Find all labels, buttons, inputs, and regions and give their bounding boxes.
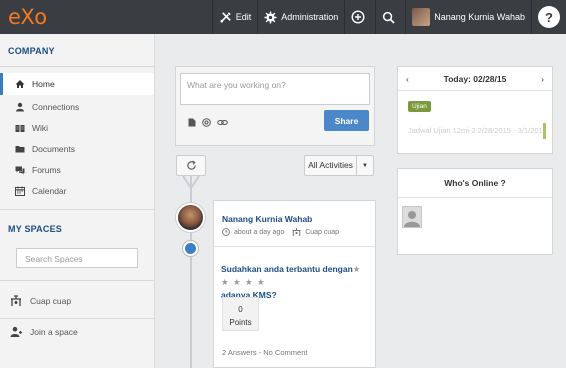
sidebar-item-connections[interactable]: Connections [0, 96, 154, 117]
help-button[interactable]: ? [531, 0, 566, 34]
sidebar-item-label: Home [32, 79, 55, 89]
refresh-button[interactable] [176, 155, 206, 176]
sidebar-item-label: Calendar [32, 185, 67, 196]
link-icon[interactable] [217, 118, 228, 127]
join-space-label: Join a space [30, 327, 78, 337]
activity-composer: What are you working on? Share [175, 66, 375, 146]
plus-circle-icon [351, 10, 365, 24]
answers-summary[interactable]: 2 Answers - No Comment [222, 348, 307, 357]
sidebar-item-home[interactable]: Home [0, 73, 154, 95]
forum-icon [14, 165, 26, 175]
whos-online-gadget: Who's Online ? [397, 168, 553, 255]
search-icon [383, 11, 395, 24]
question-text-line1: Sudahkan anda terbantu dengan [221, 264, 353, 274]
top-navigation-bar: eXo Edit Administration Nanang Kurnia Wa… [0, 0, 566, 34]
activity-author[interactable]: Nanang Kurnia Wahab [222, 214, 312, 224]
sidebar-item-wiki[interactable]: Wiki [0, 117, 154, 138]
points-box: 0 Points [222, 297, 259, 331]
mention-icon[interactable] [202, 118, 211, 127]
gear-icon [264, 10, 277, 24]
sidebar-item-label: Forums [32, 164, 61, 175]
whos-online-heading: Who's Online ? [398, 169, 552, 198]
space-item-cuap-cuap[interactable]: Cuap cuap [0, 290, 154, 312]
space-icon [292, 228, 301, 236]
sidebar-item-calendar[interactable]: Calendar [0, 180, 154, 201]
points-value: 0 [238, 305, 243, 314]
card-divider [214, 246, 375, 247]
sidebar-item-label: Documents [32, 143, 75, 154]
space-icon [10, 295, 24, 307]
calendar-icon [14, 186, 26, 196]
sidebar-item-documents[interactable]: Documents [0, 138, 154, 159]
activity-meta: about a day ago Cuap cuap [222, 228, 339, 236]
administration-button[interactable]: Administration [257, 0, 344, 34]
default-avatar-icon [404, 211, 420, 227]
calendar-gadget: ‹ Today: 02/28/15 › Ujian Jadwal Ujian 1… [397, 66, 553, 154]
sidebar-divider [0, 318, 154, 319]
home-icon [14, 79, 26, 89]
next-day-button[interactable]: › [541, 74, 544, 84]
sidebar-item-label: Wiki [32, 122, 49, 133]
author-avatar[interactable] [176, 203, 205, 232]
administration-label: Administration [281, 12, 339, 22]
space-label: Cuap cuap [30, 296, 72, 306]
edit-label: Edit [235, 12, 252, 22]
edit-tools-icon [219, 11, 231, 23]
person-icon [14, 102, 26, 112]
my-spaces-heading: MY SPACES [8, 224, 62, 234]
activity-type-icon [183, 241, 198, 256]
activity-filter-dropdown[interactable]: All Activities ▼ [304, 155, 374, 176]
user-avatar [412, 8, 431, 26]
help-icon: ? [538, 6, 560, 28]
exo-logo[interactable]: eXo [8, 5, 47, 29]
chevron-down-icon: ▼ [362, 162, 368, 169]
prev-day-button[interactable]: ‹ [406, 74, 409, 84]
edit-button[interactable]: Edit [211, 0, 258, 34]
calendar-header: ‹ Today: 02/28/15 › [398, 67, 552, 91]
topbar-actions: Edit Administration Nanang Kurnia Wahab … [211, 0, 566, 34]
folder-icon [14, 144, 26, 154]
timeline-connector [182, 176, 200, 204]
person-add-icon [10, 326, 24, 338]
search-spaces-input[interactable]: Search Spaces [16, 248, 138, 268]
sidebar-item-label: Connections [32, 101, 80, 112]
left-sidebar: COMPANY Home Connections Wiki Documents [0, 34, 155, 368]
calendar-event[interactable]: Jadwal Ujian 12mi-2 2/28/2015 - 3/1/2015 [408, 123, 546, 139]
activity-time: about a day ago [234, 228, 285, 236]
company-nav: Home Connections Wiki Documents Forums C… [0, 67, 154, 201]
add-button[interactable] [344, 0, 375, 34]
book-icon [14, 123, 26, 133]
attach-file-icon[interactable] [188, 118, 196, 127]
points-label: Points [229, 318, 252, 327]
composer-tools [188, 118, 228, 127]
activity-space[interactable]: Cuap cuap [305, 229, 339, 236]
online-user-avatar[interactable] [402, 206, 422, 228]
user-name: Nanang Kurnia Wahab [434, 12, 525, 22]
user-menu[interactable]: Nanang Kurnia Wahab [405, 0, 531, 34]
sidebar-item-forums[interactable]: Forums [0, 159, 154, 180]
share-button[interactable]: Share [324, 110, 369, 131]
calendar-category-badge: Ujian [408, 101, 431, 112]
filter-label: All Activities [305, 156, 357, 175]
calendar-today: Today: 02/28/15 [443, 73, 507, 84]
status-input[interactable]: What are you working on? [180, 73, 370, 105]
clock-icon [222, 228, 230, 236]
search-button[interactable] [375, 0, 405, 34]
join-space-link[interactable]: Join a space [0, 321, 154, 343]
company-heading: COMPANY [0, 34, 154, 67]
refresh-icon [186, 160, 196, 170]
activity-card: Nanang Kurnia Wahab about a day ago Cuap… [213, 200, 376, 368]
